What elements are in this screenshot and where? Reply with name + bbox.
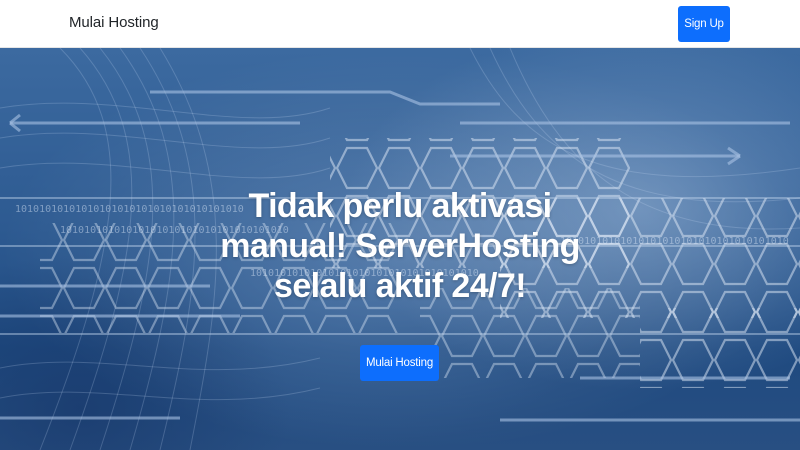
headline-line: manual! ServerHosting xyxy=(220,227,580,265)
headline-line: selalu aktif 24/7! xyxy=(274,267,526,305)
hero-headline: Tidak perlu aktivasi manual! ServerHosti… xyxy=(180,186,620,306)
hero-section: 10101010101010101010101010101010101010 1… xyxy=(0,48,800,450)
brand-link[interactable]: Mulai Hosting xyxy=(69,14,159,31)
top-navbar: Mulai Hosting Sign Up xyxy=(0,0,800,48)
mulai-hosting-button[interactable]: Mulai Hosting xyxy=(360,345,439,381)
sign-up-button[interactable]: Sign Up xyxy=(678,6,730,42)
headline-line: Tidak perlu aktivasi xyxy=(248,187,553,225)
